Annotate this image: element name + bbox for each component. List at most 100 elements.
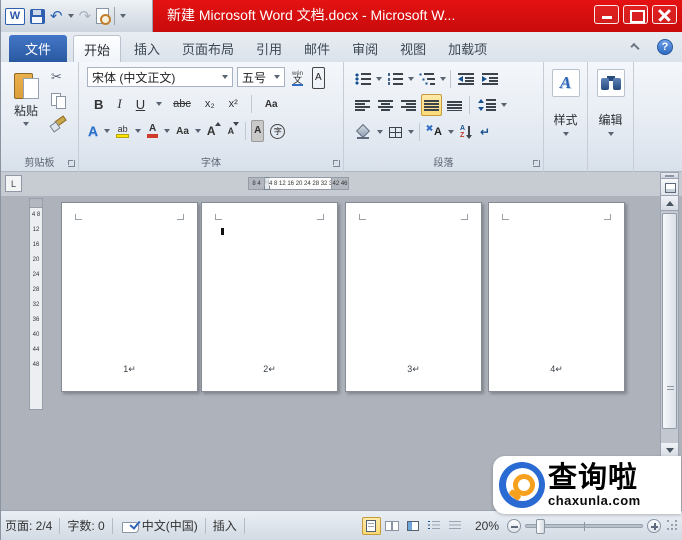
change-case-button[interactable]: Aa xyxy=(173,120,192,142)
strikethrough-button[interactable]: abc xyxy=(170,93,194,115)
enclose-characters-button[interactable]: 字 xyxy=(267,120,288,142)
phonetic-guide-button[interactable]: wén 文 xyxy=(289,67,306,89)
text-effects-button[interactable]: A xyxy=(85,120,101,142)
redo-button[interactable]: ↷ xyxy=(79,9,92,24)
font-name-caret-icon[interactable] xyxy=(222,75,228,79)
shading-button[interactable] xyxy=(352,121,374,143)
print-preview-icon[interactable] xyxy=(96,8,109,24)
save-icon[interactable] xyxy=(30,9,45,24)
zoom-out-button[interactable] xyxy=(507,519,521,533)
font-color-caret-icon[interactable] xyxy=(164,129,170,133)
word-count[interactable]: 字数: 0 xyxy=(67,517,104,534)
tab-page-layout[interactable]: 页面布局 xyxy=(171,39,245,58)
scrollbar-thumb[interactable] xyxy=(662,213,677,429)
split-handle[interactable] xyxy=(660,172,679,179)
styles-caret-icon[interactable] xyxy=(563,132,569,136)
document-page[interactable]: 3↵ xyxy=(345,202,482,392)
superscript-button[interactable]: x² xyxy=(226,93,241,115)
outline-view-button[interactable] xyxy=(425,517,444,535)
line-spacing-caret-icon[interactable] xyxy=(501,103,507,107)
clear-formatting-button[interactable]: Aa xyxy=(262,93,281,115)
increase-indent-button[interactable] xyxy=(479,68,501,90)
document-page[interactable]: 2↵ xyxy=(201,202,338,392)
paste-button[interactable]: 粘贴 xyxy=(6,67,46,151)
copy-button[interactable] xyxy=(51,93,66,108)
draft-view-button[interactable] xyxy=(446,517,465,535)
show-hide-marks-button[interactable]: ↵ xyxy=(477,121,493,143)
document-page[interactable]: 1↵ xyxy=(61,202,198,392)
character-border-button[interactable]: A xyxy=(312,67,325,89)
multilevel-caret-icon[interactable] xyxy=(440,77,446,81)
scroll-up-button[interactable] xyxy=(660,196,679,211)
resize-grip[interactable] xyxy=(666,519,679,532)
paragraph-dialog-launcher[interactable] xyxy=(533,160,540,167)
cut-button[interactable]: ✂ xyxy=(51,70,66,84)
web-layout-view-button[interactable] xyxy=(404,517,423,535)
italic-button[interactable]: I xyxy=(114,93,124,115)
shading-caret-icon[interactable] xyxy=(377,130,383,134)
font-name-combobox[interactable]: 宋体 (中文正文) xyxy=(87,67,233,87)
underline-button[interactable]: U xyxy=(133,93,148,115)
zoom-level[interactable]: 20% xyxy=(475,519,499,533)
tab-mailings[interactable]: 邮件 xyxy=(293,39,341,58)
character-shading-button[interactable]: A xyxy=(251,120,264,142)
bold-button[interactable]: B xyxy=(91,93,106,115)
change-case-caret-icon[interactable] xyxy=(195,129,201,133)
font-color-button[interactable]: A xyxy=(144,120,161,142)
document-page[interactable]: 4↵ xyxy=(488,202,625,392)
bullets-button[interactable] xyxy=(352,68,374,90)
tab-review[interactable]: 审阅 xyxy=(341,39,389,58)
multilevel-list-button[interactable] xyxy=(416,68,438,90)
maximize-button[interactable] xyxy=(623,5,648,24)
tab-stop-selector[interactable]: L xyxy=(5,175,22,192)
minimize-button[interactable] xyxy=(594,5,619,24)
paste-caret-icon[interactable] xyxy=(23,122,29,126)
borders-caret-icon[interactable] xyxy=(408,130,414,134)
numbering-button[interactable] xyxy=(384,68,406,90)
shrink-font-button[interactable]: A xyxy=(225,120,241,142)
styles-button[interactable]: A 样式 xyxy=(547,68,584,166)
asian-layout-button[interactable]: A xyxy=(425,121,445,143)
sort-button[interactable]: AZ xyxy=(457,121,474,143)
language-status[interactable]: 中文(中国) xyxy=(142,517,198,534)
proofing-status-icon[interactable] xyxy=(122,519,140,533)
undo-button[interactable]: ↶ xyxy=(50,9,63,24)
grow-font-button[interactable]: A xyxy=(204,120,222,142)
undo-dropdown-caret-icon[interactable] xyxy=(68,14,74,18)
ruler-toggle-button[interactable] xyxy=(660,179,679,196)
insert-mode[interactable]: 插入 xyxy=(213,517,237,534)
align-left-button[interactable] xyxy=(352,94,373,116)
editing-caret-icon[interactable] xyxy=(608,132,614,136)
help-button[interactable]: ? xyxy=(657,39,673,55)
customize-qat-caret-icon[interactable] xyxy=(120,14,126,18)
numbering-caret-icon[interactable] xyxy=(408,77,414,81)
underline-caret-icon[interactable] xyxy=(156,102,162,106)
center-button[interactable] xyxy=(375,94,396,116)
zoom-slider-thumb[interactable] xyxy=(536,519,545,534)
editing-button[interactable]: 编辑 xyxy=(591,68,630,166)
tab-file[interactable]: 文件 xyxy=(9,35,67,62)
subscript-button[interactable]: x₂ xyxy=(202,93,218,115)
tab-home-active[interactable]: 开始 xyxy=(73,35,121,62)
tab-view[interactable]: 视图 xyxy=(389,39,437,58)
font-dialog-launcher[interactable] xyxy=(333,160,340,167)
font-size-caret-icon[interactable] xyxy=(274,75,280,79)
justify-button[interactable] xyxy=(421,94,442,116)
scrollbar-track[interactable] xyxy=(660,211,679,443)
bullets-caret-icon[interactable] xyxy=(376,77,382,81)
print-layout-view-button[interactable] xyxy=(362,517,381,535)
format-painter-button[interactable] xyxy=(51,117,66,132)
tab-references[interactable]: 引用 xyxy=(245,39,293,58)
text-effects-caret-icon[interactable] xyxy=(104,129,110,133)
asian-layout-caret-icon[interactable] xyxy=(448,130,454,134)
zoom-slider-track[interactable] xyxy=(525,524,643,528)
text-highlight-button[interactable]: ab xyxy=(113,120,132,142)
close-button[interactable] xyxy=(652,5,677,24)
decrease-indent-button[interactable] xyxy=(455,68,477,90)
align-right-button[interactable] xyxy=(398,94,419,116)
collapse-ribbon-icon[interactable] xyxy=(630,43,639,52)
line-spacing-button[interactable] xyxy=(474,94,499,116)
borders-button[interactable] xyxy=(386,121,405,143)
zoom-in-button[interactable] xyxy=(647,519,661,533)
full-screen-reading-view-button[interactable] xyxy=(383,517,402,535)
